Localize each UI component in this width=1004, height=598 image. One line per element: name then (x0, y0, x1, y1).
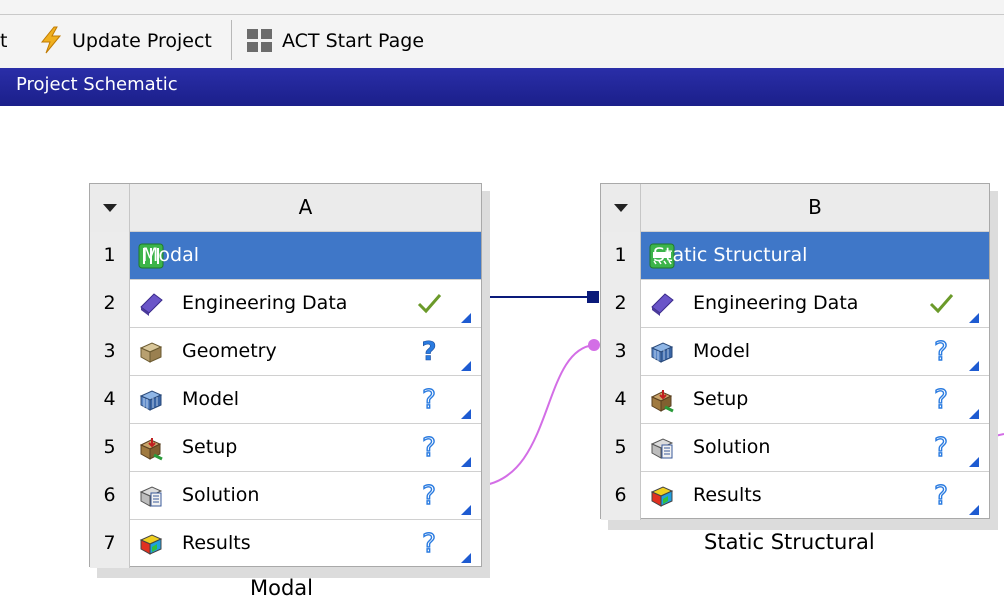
svg-text:?: ? (422, 481, 436, 510)
question-icon: ? (421, 337, 437, 366)
question-outline-icon: ? (933, 384, 948, 414)
row-number: 3 (601, 328, 641, 376)
model-icon (139, 390, 163, 411)
cell-menu-corner[interactable] (969, 457, 979, 467)
system-b-title-row[interactable]: 1 Static Structural (601, 232, 989, 280)
row-number: 1 (601, 232, 641, 280)
cell-solution[interactable]: 6 Solution ? (90, 472, 481, 520)
cell-menu-corner[interactable] (461, 409, 471, 419)
cell-menu-corner[interactable] (969, 505, 979, 515)
cell-label: Setup (693, 388, 749, 410)
cell-menu-corner[interactable] (461, 361, 471, 371)
row-number: 5 (601, 424, 641, 472)
svg-text:?: ? (934, 433, 948, 462)
row-number: 2 (601, 280, 641, 328)
system-b-table: B 1 Static Structural 2 Engineering Data (600, 183, 990, 520)
row-number: 6 (90, 472, 130, 520)
system-b-caption[interactable]: Static Structural (704, 530, 875, 554)
cell-label: Engineering Data (182, 292, 348, 314)
cell-label: Solution (693, 436, 771, 458)
question-outline-icon: ? (421, 480, 436, 510)
check-icon (929, 294, 954, 314)
column-letter-a: A (298, 195, 313, 219)
cell-engineering-data[interactable]: 2 Engineering Data (601, 280, 989, 328)
row-number: 1 (90, 232, 130, 280)
collapse-arrow[interactable] (90, 184, 130, 232)
cell-menu-corner[interactable] (461, 553, 471, 563)
geometry-icon (139, 342, 163, 363)
cell-menu-corner[interactable] (969, 361, 979, 371)
setup-icon (139, 438, 163, 461)
cell-setup[interactable]: 4 Setup ? (601, 376, 989, 424)
model-icon (650, 342, 674, 363)
cell-label: Setup (182, 436, 238, 458)
row-number: 3 (90, 328, 130, 376)
solution-icon (650, 438, 674, 459)
row-number: 2 (90, 280, 130, 328)
cell-menu-corner[interactable] (969, 313, 979, 323)
results-icon (650, 486, 674, 507)
engineering-data-icon (140, 293, 163, 316)
cell-results[interactable]: 7 Results ? (90, 520, 481, 568)
question-outline-icon: ? (421, 432, 436, 462)
cell-menu-corner[interactable] (461, 313, 471, 323)
cell-menu-corner[interactable] (969, 409, 979, 419)
engineering-data-icon (651, 293, 674, 316)
transfer-link-solution-model (477, 344, 595, 487)
column-letter-b: B (808, 195, 822, 219)
svg-text:?: ? (422, 529, 436, 558)
system-a-title-row[interactable]: 1 Modal (90, 232, 481, 280)
question-outline-icon: ? (421, 528, 436, 558)
collapse-arrow[interactable] (601, 184, 641, 232)
cell-menu-corner[interactable] (461, 457, 471, 467)
chevron-down-icon (613, 204, 628, 212)
svg-text:?: ? (934, 337, 948, 366)
cell-solution[interactable]: 5 Solution ? (601, 424, 989, 472)
svg-text:?: ? (934, 385, 948, 414)
cell-geometry[interactable]: 3 Geometry ? (90, 328, 481, 376)
cell-menu-corner[interactable] (461, 505, 471, 515)
cell-results[interactable]: 6 Results ? (601, 472, 989, 520)
svg-text:?: ? (422, 385, 436, 414)
question-outline-icon: ? (933, 432, 948, 462)
transfer-link-endpoint (588, 339, 600, 351)
system-a-header-row: A (90, 184, 481, 232)
setup-icon (650, 390, 674, 413)
question-outline-icon: ? (933, 480, 948, 510)
cell-label: Model (182, 388, 240, 410)
row-number: 4 (601, 376, 641, 424)
cell-model[interactable]: 3 Model ? (601, 328, 989, 376)
system-a-caption[interactable]: Modal (250, 576, 313, 598)
cell-label: Solution (182, 484, 260, 506)
row-number: 7 (90, 520, 130, 568)
share-link-endpoint (587, 291, 599, 303)
cell-label: Geometry (182, 340, 277, 362)
row-number: 6 (601, 472, 641, 520)
cell-engineering-data[interactable]: 2 Engineering Data (90, 280, 481, 328)
question-outline-icon: ? (421, 384, 436, 414)
question-outline-icon: ? (933, 336, 948, 366)
system-b-title: Static Structural (653, 244, 808, 266)
cell-label: Results (693, 484, 762, 506)
system-a-title: Modal (142, 244, 199, 266)
cell-label: Model (693, 340, 751, 362)
system-a-table: A 1 Modal 2 Engineering Data 3 Geometry … (89, 183, 482, 568)
cell-model[interactable]: 4 Model ? (90, 376, 481, 424)
row-number: 5 (90, 424, 130, 472)
svg-text:?: ? (421, 337, 436, 366)
cell-label: Results (182, 532, 251, 554)
cell-label: Engineering Data (693, 292, 859, 314)
results-icon (139, 534, 163, 555)
cell-setup[interactable]: 5 Setup ? (90, 424, 481, 472)
svg-text:?: ? (934, 481, 948, 510)
check-icon (417, 294, 442, 314)
solution-icon (139, 486, 163, 507)
chevron-down-icon (102, 204, 117, 212)
system-b-header-row: B (601, 184, 989, 232)
row-number: 4 (90, 376, 130, 424)
svg-text:?: ? (422, 433, 436, 462)
